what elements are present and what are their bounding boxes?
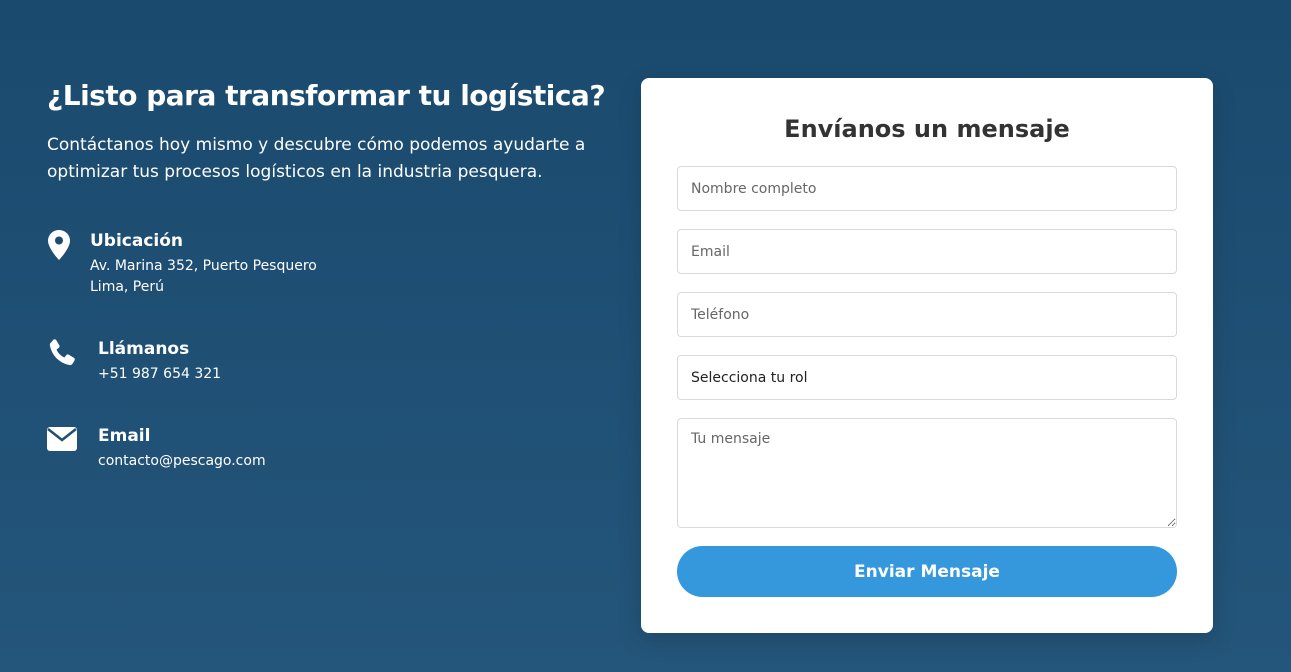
name-input[interactable] [677,166,1177,211]
section-intro: Contáctanos hoy mismo y descubre cómo po… [47,135,586,182]
role-select[interactable]: Selecciona tu rol [677,355,1177,400]
message-textarea[interactable] [677,418,1177,528]
phone-detail: +51 987 654 321 [98,366,222,382]
phone-input[interactable] [677,292,1177,337]
section-headline: ¿Listo para transformar tu logística? [47,79,606,112]
form-title: Envíanos un mensaje [784,115,1070,143]
info-phone: Llámanos +51 987 654 321 [47,338,221,385]
role-select-value: Selecciona tu rol [691,369,808,386]
email-input[interactable] [677,229,1177,274]
phone-icon [47,338,77,368]
email-detail: contacto@pescago.com [98,453,266,469]
email-title: Email [98,426,151,446]
phone-title: Llámanos [98,339,190,359]
info-location: Ubicación Av. Marina 352, Puerto Pesquer… [47,230,317,298]
location-detail: Av. Marina 352, Puerto Pesquero Lima, Pe… [90,258,317,295]
send-message-button[interactable]: Enviar Mensaje [677,546,1177,597]
info-email: Email contacto@pescago.com [47,425,266,472]
location-pin-icon [47,230,71,260]
location-title: Ubicación [90,231,184,251]
envelope-icon [47,425,77,455]
contact-form-card: Envíanos un mensaje Selecciona tu rol En… [641,78,1213,633]
contact-info-section: ¿Listo para transformar tu logística? Co… [47,78,617,186]
